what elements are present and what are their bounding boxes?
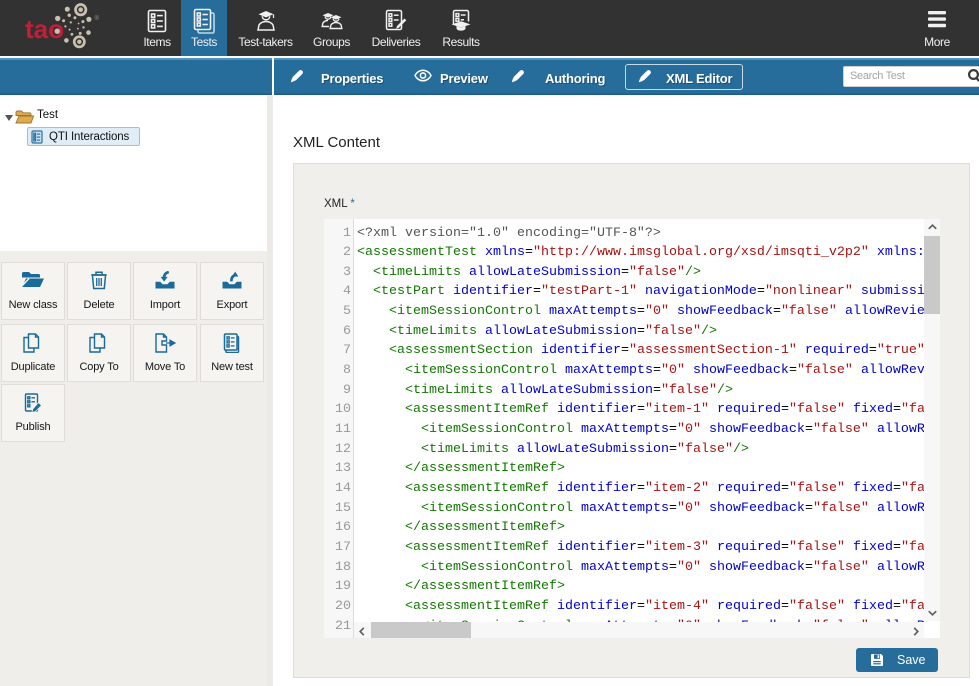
svg-text:®: ®: [95, 15, 100, 22]
